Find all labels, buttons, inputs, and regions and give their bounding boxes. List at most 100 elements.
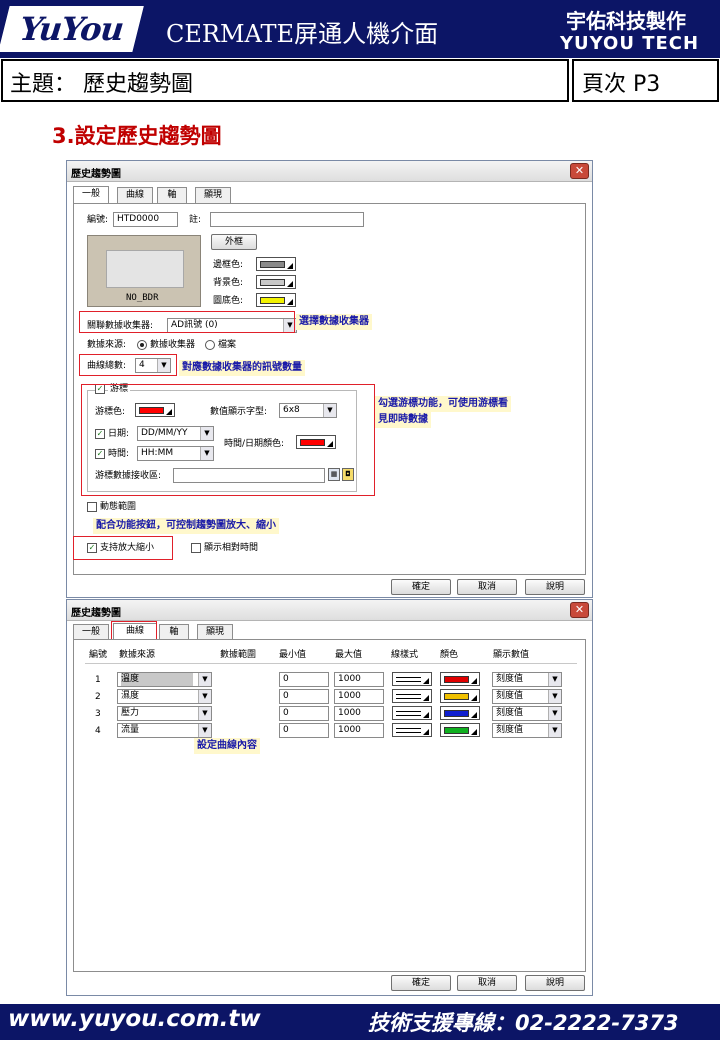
chevron-down-icon: ▼ bbox=[198, 690, 211, 703]
line-style-picker[interactable] bbox=[392, 689, 432, 703]
line-color-picker[interactable] bbox=[440, 723, 480, 737]
dialog-title: 歷史趨勢圖 bbox=[71, 608, 121, 619]
trend-dialog-general: 歷史趨勢圖 ✕ 一般 曲線 軸 顯現 編號: HTD0000 註: NO_BDR… bbox=[66, 160, 593, 598]
ok-button[interactable]: 確定 bbox=[391, 579, 451, 595]
source-radio-collector[interactable] bbox=[137, 340, 147, 350]
note-curve-count: 對應數據收集器的訊號數量 bbox=[179, 360, 305, 376]
border-color-label: 邊框色: bbox=[213, 260, 244, 270]
tab-bar: 一般 曲線 軸 顯現 bbox=[73, 186, 273, 203]
close-icon[interactable]: ✕ bbox=[570, 602, 589, 618]
min-input[interactable]: 0 bbox=[279, 672, 329, 687]
frame-button[interactable]: 外框 bbox=[211, 234, 257, 250]
col-color: 顏色 bbox=[440, 650, 459, 660]
min-input[interactable]: 0 bbox=[279, 689, 329, 704]
chevron-down-icon: ▼ bbox=[548, 724, 561, 737]
bg-color-label: 背景色: bbox=[213, 278, 244, 288]
header-title: CERMATE屏通人機介面 bbox=[166, 20, 439, 48]
help-button[interactable]: 說明 bbox=[525, 975, 585, 991]
bg-color-picker[interactable] bbox=[256, 275, 296, 289]
line-style-picker[interactable] bbox=[392, 672, 432, 686]
highlight-cursor-group bbox=[81, 384, 375, 496]
highlight-collector bbox=[79, 311, 295, 333]
source-opt-file: 檔案 bbox=[218, 340, 237, 350]
display-dropdown[interactable]: 刻度值 ▼ bbox=[492, 672, 562, 687]
col-display: 顯示數值 bbox=[493, 650, 530, 660]
table-row: 1 溫度 ▼ 0 1000 刻度值 ▼ bbox=[67, 672, 594, 688]
col-min: 最小值 bbox=[279, 650, 307, 660]
table-row: 3 壓力 ▼ 0 1000 刻度值 ▼ bbox=[67, 706, 594, 722]
tab-curve[interactable]: 曲線 bbox=[117, 187, 153, 203]
footer-url[interactable]: www.yuyou.com.tw bbox=[8, 1006, 261, 1032]
min-input[interactable]: 0 bbox=[279, 706, 329, 721]
tab-display[interactable]: 顯現 bbox=[197, 624, 233, 640]
col-source: 數據來源 bbox=[119, 650, 156, 660]
section-title: 3.設定歷史趨勢圖 bbox=[52, 124, 222, 148]
max-input[interactable]: 1000 bbox=[334, 672, 384, 687]
dynamic-range-checkbox[interactable] bbox=[87, 502, 97, 512]
col-no: 編號 bbox=[89, 650, 108, 660]
display-dropdown[interactable]: 刻度值 ▼ bbox=[492, 706, 562, 721]
note-collector: 選擇數據收集器 bbox=[296, 314, 372, 330]
line-color-picker[interactable] bbox=[440, 689, 480, 703]
trend-dialog-curve: 歷史趨勢圖 ✕ 一般 曲線 軸 顯現 編號 數據來源 數據範圍 最小值 最大值 … bbox=[66, 599, 593, 996]
chevron-down-icon: ▼ bbox=[198, 724, 211, 737]
source-dropdown[interactable]: 壓力 ▼ bbox=[117, 706, 212, 721]
source-opt-collector: 數據收集器 bbox=[150, 340, 196, 350]
row-number: 4 bbox=[95, 726, 101, 736]
page-number: 頁次 P3 bbox=[582, 72, 661, 97]
row-number: 2 bbox=[95, 692, 101, 702]
style-preview: NO_BDR bbox=[87, 235, 201, 307]
logo-text: YuYou bbox=[17, 10, 125, 48]
tab-axis[interactable]: 軸 bbox=[157, 187, 187, 203]
highlight-curve-count bbox=[79, 354, 177, 376]
table-row: 2 濕度 ▼ 0 1000 刻度值 ▼ bbox=[67, 689, 594, 705]
border-color-picker[interactable] bbox=[256, 257, 296, 271]
help-button[interactable]: 說明 bbox=[525, 579, 585, 595]
cancel-button[interactable]: 取消 bbox=[457, 975, 517, 991]
note-cursor-line2: 見即時數據 bbox=[375, 412, 431, 428]
source-radio-file[interactable] bbox=[205, 340, 215, 350]
cancel-button[interactable]: 取消 bbox=[457, 579, 517, 595]
display-dropdown[interactable]: 刻度值 ▼ bbox=[492, 723, 562, 738]
max-input[interactable]: 1000 bbox=[334, 723, 384, 738]
chevron-down-icon: ▼ bbox=[548, 707, 561, 720]
note-input[interactable] bbox=[210, 212, 364, 227]
tab-general[interactable]: 一般 bbox=[73, 186, 109, 203]
tab-display[interactable]: 顯現 bbox=[195, 187, 231, 203]
chevron-down-icon: ▼ bbox=[198, 707, 211, 720]
plot-color-picker[interactable] bbox=[256, 293, 296, 307]
preview-label: NO_BDR bbox=[126, 293, 159, 303]
display-dropdown[interactable]: 刻度值 ▼ bbox=[492, 689, 562, 704]
note-zoom: 配合功能按鈕，可控制趨勢圖放大、縮小 bbox=[93, 518, 279, 534]
close-icon[interactable]: ✕ bbox=[570, 163, 589, 179]
highlight-zoom bbox=[73, 536, 173, 560]
id-input[interactable]: HTD0000 bbox=[113, 212, 178, 227]
preview-plot-area bbox=[106, 250, 184, 288]
max-input[interactable]: 1000 bbox=[334, 689, 384, 704]
source-dropdown[interactable]: 濕度 ▼ bbox=[117, 689, 212, 704]
id-label: 編號: bbox=[87, 215, 109, 225]
table-row: 4 流量 ▼ 0 1000 刻度值 ▼ bbox=[67, 723, 594, 739]
header-divider bbox=[85, 663, 577, 664]
ok-button[interactable]: 確定 bbox=[391, 975, 451, 991]
tab-axis[interactable]: 軸 bbox=[159, 624, 189, 640]
line-style-picker[interactable] bbox=[392, 723, 432, 737]
note-cursor-line1: 勾選游標功能，可使用游標看 bbox=[375, 396, 511, 412]
plot-color-label: 圖底色: bbox=[213, 296, 244, 306]
company-name-en: YUYOU TECH bbox=[560, 33, 700, 54]
line-color-picker[interactable] bbox=[440, 706, 480, 720]
col-max: 最大值 bbox=[335, 650, 363, 660]
source-dropdown[interactable]: 溫度 ▼ bbox=[117, 672, 212, 687]
dynamic-range-label: 動態範圍 bbox=[100, 502, 137, 512]
col-range: 數據範圍 bbox=[220, 650, 257, 660]
line-style-picker[interactable] bbox=[392, 706, 432, 720]
line-color-picker[interactable] bbox=[440, 672, 480, 686]
relative-time-checkbox[interactable] bbox=[191, 543, 201, 553]
company-logo: YuYou bbox=[0, 6, 144, 52]
note-label: 註: bbox=[189, 215, 202, 225]
max-input[interactable]: 1000 bbox=[334, 706, 384, 721]
tab-general[interactable]: 一般 bbox=[73, 624, 109, 640]
tab-bar: 一般 曲線 軸 顯現 bbox=[73, 623, 273, 640]
min-input[interactable]: 0 bbox=[279, 723, 329, 738]
source-dropdown[interactable]: 流量 ▼ bbox=[117, 723, 212, 738]
